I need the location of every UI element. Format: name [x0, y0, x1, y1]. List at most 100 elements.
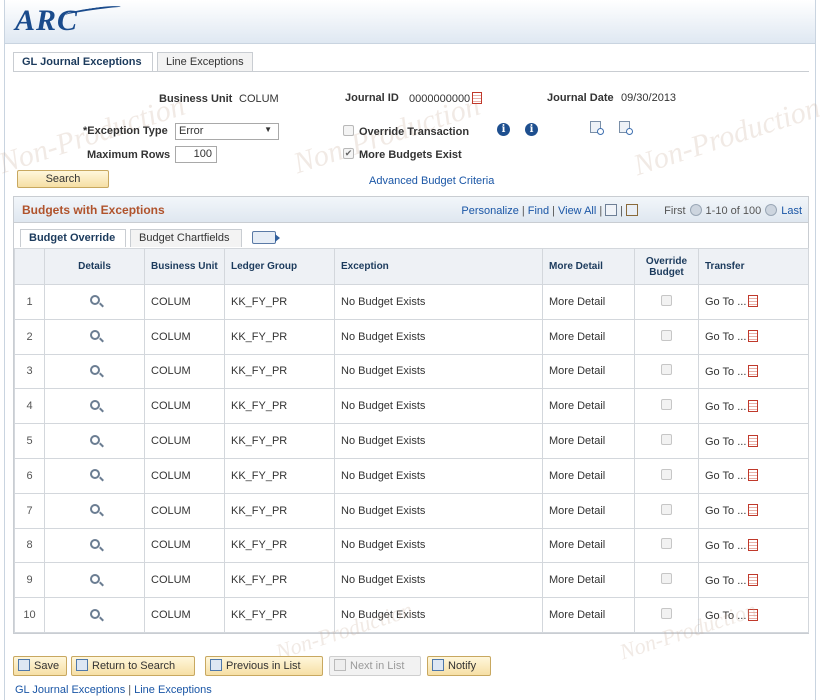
- transfer-lookup-icon[interactable]: [748, 573, 759, 586]
- override-budget-checkbox[interactable]: [661, 573, 672, 585]
- zoom-grid-icon[interactable]: [605, 204, 618, 216]
- more-detail-cell[interactable]: More Detail: [542, 527, 635, 564]
- exception-cell: No Budget Exists: [334, 318, 543, 355]
- floppy-disk-icon: [18, 659, 30, 671]
- table-row: 2 COLUM KK_FY_PR No Budget Exists More D…: [14, 318, 809, 355]
- more-budgets-exist-checkbox[interactable]: ✔: [343, 148, 354, 159]
- transfer-lookup-icon[interactable]: [748, 399, 759, 412]
- maximum-rows-input[interactable]: 100: [175, 146, 217, 163]
- more-detail-cell[interactable]: More Detail: [542, 562, 635, 599]
- override-budget-checkbox[interactable]: [661, 608, 672, 620]
- override-budget-cell: [634, 527, 699, 564]
- search-button[interactable]: Search: [17, 170, 109, 188]
- transfer-lookup-icon[interactable]: [748, 330, 759, 343]
- table-row: 10 COLUM KK_FY_PR No Budget Exists More …: [14, 597, 809, 633]
- more-detail-cell[interactable]: More Detail: [542, 284, 635, 320]
- override-budget-cell: [634, 562, 699, 599]
- return-to-search-button[interactable]: Return to Search: [71, 656, 195, 676]
- business-unit-value: COLUM: [239, 93, 279, 105]
- view-all-link[interactable]: View All: [558, 205, 596, 217]
- override-budget-checkbox[interactable]: [661, 294, 672, 306]
- next-in-list-label: Next in List: [350, 660, 405, 672]
- ledger-group-cell: KK_FY_PR: [224, 423, 335, 459]
- advanced-budget-criteria-link[interactable]: Advanced Budget Criteria: [369, 175, 494, 187]
- next-row-icon[interactable]: [765, 204, 778, 216]
- info-icon[interactable]: i: [525, 123, 538, 136]
- document-search-icon[interactable]: [619, 121, 633, 135]
- footer-links: GL Journal Exceptions | Line Exceptions: [15, 684, 212, 696]
- magnifier-icon[interactable]: [89, 330, 100, 341]
- return-to-search-label: Return to Search: [92, 660, 176, 672]
- tab-line-exceptions[interactable]: Line Exceptions: [157, 52, 253, 72]
- override-budget-checkbox[interactable]: [661, 468, 672, 480]
- more-detail-cell[interactable]: More Detail: [542, 597, 635, 633]
- override-budget-checkbox[interactable]: [661, 434, 672, 446]
- transfer-lookup-icon[interactable]: [748, 538, 759, 551]
- footer-link-gl-journal-exceptions[interactable]: GL Journal Exceptions: [15, 684, 125, 696]
- last-link[interactable]: Last: [781, 205, 802, 217]
- override-budget-cell: [634, 492, 699, 529]
- override-budget-checkbox[interactable]: [661, 364, 672, 376]
- info-icon[interactable]: i: [497, 123, 510, 136]
- download-excel-icon[interactable]: [626, 204, 639, 216]
- ledger-group-cell: KK_FY_PR: [224, 353, 335, 390]
- notify-button[interactable]: Notify: [427, 656, 491, 676]
- details-cell: [44, 318, 145, 355]
- override-budget-checkbox[interactable]: [661, 399, 672, 411]
- ledger-group-cell: KK_FY_PR: [224, 597, 335, 633]
- transfer-cell: Go To ...: [698, 457, 809, 494]
- magnifier-icon[interactable]: [89, 608, 100, 619]
- transfer-lookup-icon[interactable]: [748, 364, 759, 377]
- journal-id-label: Journal ID: [345, 92, 399, 104]
- more-detail-cell[interactable]: More Detail: [542, 353, 635, 390]
- more-detail-cell[interactable]: More Detail: [542, 457, 635, 494]
- find-link[interactable]: Find: [528, 205, 549, 217]
- override-budget-cell: [634, 284, 699, 320]
- more-detail-cell[interactable]: More Detail: [542, 492, 635, 529]
- transfer-lookup-icon[interactable]: [748, 434, 759, 447]
- business-unit-cell: COLUM: [144, 492, 225, 529]
- override-budget-checkbox[interactable]: [661, 538, 672, 550]
- magnifier-icon[interactable]: [89, 399, 100, 410]
- transfer-lookup-icon[interactable]: [748, 608, 759, 621]
- transfer-lookup-icon[interactable]: [748, 504, 759, 517]
- override-budget-checkbox[interactable]: [661, 503, 672, 515]
- transfer-cell: Go To ...: [698, 388, 809, 425]
- ledger-group-cell: KK_FY_PR: [224, 388, 335, 425]
- details-cell: [44, 597, 145, 633]
- magnifier-icon[interactable]: [89, 573, 100, 584]
- magnifier-icon[interactable]: [89, 504, 100, 515]
- notify-icon: [432, 659, 444, 671]
- journal-id-lookup-icon[interactable]: [472, 92, 483, 104]
- more-detail-cell[interactable]: More Detail: [542, 388, 635, 425]
- more-detail-cell[interactable]: More Detail: [542, 423, 635, 459]
- more-detail-cell[interactable]: More Detail: [542, 318, 635, 355]
- document-search-icon[interactable]: [590, 121, 604, 135]
- magnifier-icon[interactable]: [89, 364, 100, 375]
- footer-link-line-exceptions[interactable]: Line Exceptions: [134, 684, 212, 696]
- magnifier-icon[interactable]: [89, 295, 100, 306]
- magnifier-icon[interactable]: [89, 469, 100, 480]
- show-all-columns-icon[interactable]: [252, 231, 280, 244]
- first-link[interactable]: First: [664, 205, 685, 217]
- transfer-text: Go To ...: [705, 470, 747, 483]
- subtab-budget-override[interactable]: Budget Override: [20, 229, 126, 247]
- personalize-link[interactable]: Personalize: [461, 205, 518, 217]
- magnifier-icon[interactable]: [89, 434, 100, 445]
- transfer-lookup-icon[interactable]: [748, 469, 759, 482]
- save-button[interactable]: Save: [13, 656, 67, 676]
- override-transaction-checkbox[interactable]: [343, 125, 354, 136]
- previous-in-list-button[interactable]: Previous in List: [205, 656, 323, 676]
- exception-type-select[interactable]: Error ▼: [175, 123, 279, 140]
- next-in-list-button[interactable]: Next in List: [329, 656, 421, 676]
- transfer-lookup-icon[interactable]: [748, 295, 759, 308]
- magnifier-icon[interactable]: [89, 538, 100, 549]
- business-unit-cell: COLUM: [144, 284, 225, 320]
- tab-gl-journal-exceptions[interactable]: GL Journal Exceptions: [13, 52, 153, 72]
- override-budget-cell: [634, 388, 699, 425]
- subtab-budget-chartfields[interactable]: Budget Chartfields: [130, 229, 242, 247]
- override-budget-checkbox[interactable]: [661, 329, 672, 341]
- row-number: 1: [14, 284, 45, 320]
- previous-row-icon[interactable]: [689, 204, 702, 216]
- transfer-text: Go To ...: [705, 296, 747, 309]
